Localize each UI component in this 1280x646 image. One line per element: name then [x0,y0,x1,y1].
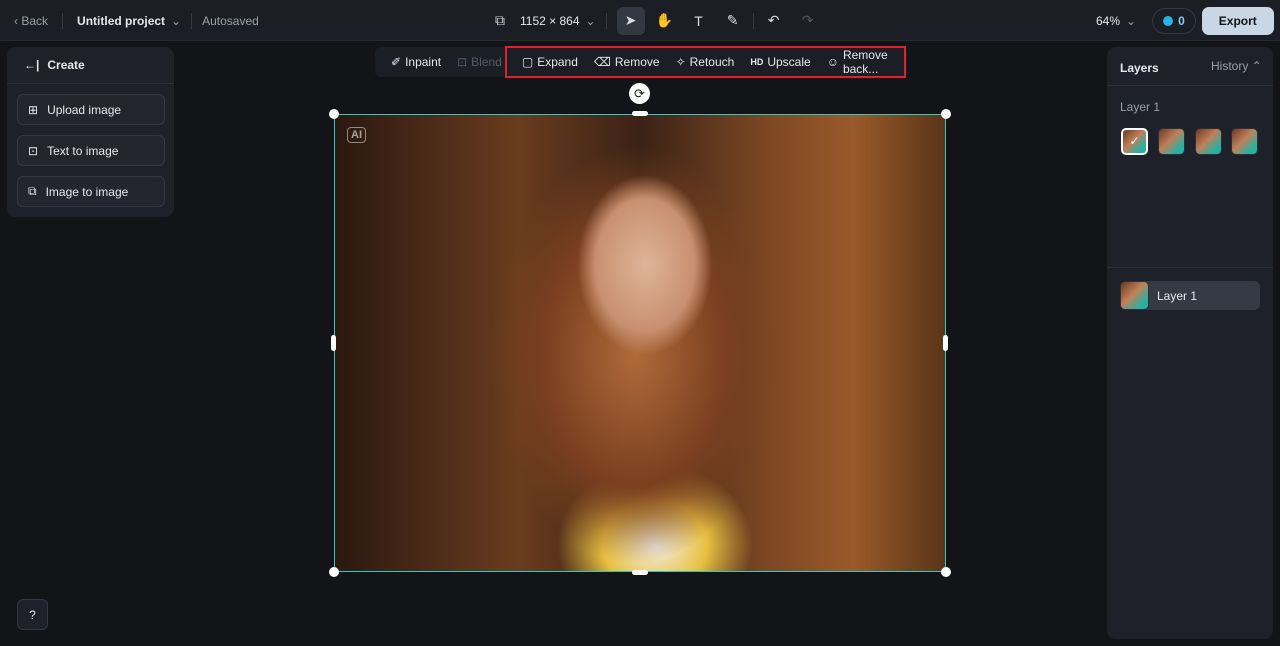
tool-label: Remove [614,55,660,69]
top-bar: ‹ Back Untitled project ⌄ Autosaved ⧉ 11… [0,0,1280,41]
resize-handle[interactable] [329,109,339,119]
project-name[interactable]: Untitled project [77,14,165,28]
divider [752,12,754,29]
redo-icon[interactable]: ↷ [794,7,822,35]
brush-tool-icon[interactable]: ✎ [719,7,747,35]
magic-wand-icon: ✧ [675,55,686,69]
inpaint-icon: ✐ [391,55,402,69]
button-label: Text to image [47,143,119,158]
inpaint-button[interactable]: ✐ Inpaint [383,47,449,77]
layer-name: Layer 1 [1157,288,1198,303]
remove-background-button[interactable]: ☺ Remove back... [819,47,907,77]
resize-handle[interactable] [632,111,648,116]
blend-icon: ⊡ [457,55,468,69]
divider [1107,85,1273,86]
credits-count: 0 [1178,13,1185,28]
expand-icon: ▢ [521,55,534,69]
chevron-down-icon[interactable]: ⌄ [586,14,596,28]
eraser-icon: ⌫ [593,55,611,69]
resize-handle[interactable] [329,567,339,577]
layer-item[interactable]: Layer 1 [1120,281,1260,310]
history-label: History [1211,59,1249,73]
divider [605,12,607,29]
tool-label: Retouch [689,55,735,69]
expand-button[interactable]: ▢ Expand [514,47,586,77]
chevron-down-icon[interactable]: ⌄ [171,14,181,28]
tool-label: Remove back... [842,48,888,76]
canvas-image[interactable]: AI [334,114,946,572]
back-label: Back [21,13,49,28]
resize-icon[interactable]: ⧉ [486,7,514,35]
person-icon: ☺ [826,55,839,69]
divider [62,12,64,29]
export-button[interactable]: Export [1201,6,1274,35]
image-toolbar: ✐ Inpaint ⊡ Blend ▢ Expand ⌫ Remove ✧ Retouch… [375,47,907,77]
hd-icon: HD [750,57,764,67]
tool-label: Inpaint [405,55,442,69]
tool-label: Upscale [767,55,811,69]
layers-panel: Layers History ⌃ Layer 1 ✓ Layer 1 [1107,47,1273,639]
blend-button[interactable]: ⊡ Blend [449,47,510,77]
create-header[interactable]: ←| Create [7,47,174,84]
text-tool-icon[interactable]: T [685,7,713,35]
upscale-button[interactable]: HD Upscale [742,47,818,77]
button-label: Image to image [45,184,129,199]
create-panel: ←| Create ⊞ Upload image ⊡ Text to image ⧉ I… [7,47,174,217]
tool-label: Blend [471,55,502,69]
ai-badge: AI [347,127,366,143]
resize-handle[interactable] [941,109,951,119]
variant-thumbnail[interactable] [1231,128,1258,155]
tab-layers[interactable]: Layers [1120,61,1159,75]
button-label: Upload image [47,102,122,117]
image-to-image-button[interactable]: ⧉ Image to image [17,176,165,207]
credits-badge[interactable]: 0 [1152,7,1196,34]
layer-thumbnail [1120,281,1149,310]
variant-thumbnail-selected[interactable]: ✓ [1121,128,1148,155]
rotate-handle-icon[interactable]: ⟳ [629,83,650,104]
remove-button[interactable]: ⌫ Remove [586,47,668,77]
undo-icon[interactable]: ↶ [760,7,788,35]
image-to-image-icon: ⧉ [28,184,37,198]
help-button[interactable]: ? [17,599,48,630]
divider [191,12,193,29]
panel-title: Create [47,58,85,72]
text-to-image-button[interactable]: ⊡ Text to image [17,135,165,166]
retouch-button[interactable]: ✧ Retouch [668,47,743,77]
variant-thumbnail[interactable] [1195,128,1222,155]
resize-handle[interactable] [632,570,648,575]
upload-image-button[interactable]: ⊞ Upload image [17,94,165,125]
tool-label: Expand [537,55,578,69]
resize-handle[interactable] [331,335,336,351]
select-tool-icon[interactable]: ➤ [616,6,645,35]
save-status: Autosaved [202,13,259,28]
tab-history[interactable]: History ⌃ [1211,59,1262,73]
zoom-level[interactable]: 64% [1096,14,1120,28]
back-button[interactable]: ‹ Back [14,14,48,28]
text-to-image-icon: ⊡ [28,143,39,158]
resize-handle[interactable] [941,567,951,577]
credit-icon [1163,15,1174,26]
layer-group-label: Layer 1 [1120,100,1161,114]
divider [1107,267,1273,268]
variant-thumbnail[interactable] [1158,128,1185,155]
chevron-down-icon[interactable]: ⌄ [1126,14,1136,28]
hand-tool-icon[interactable]: ✋ [651,7,679,35]
help-icon: ? [29,607,36,622]
upload-image-icon: ⊞ [28,102,39,117]
collapse-icon: ←| [24,58,40,72]
resize-handle[interactable] [943,335,948,351]
canvas-size[interactable]: 1152 × 864 [520,14,580,28]
